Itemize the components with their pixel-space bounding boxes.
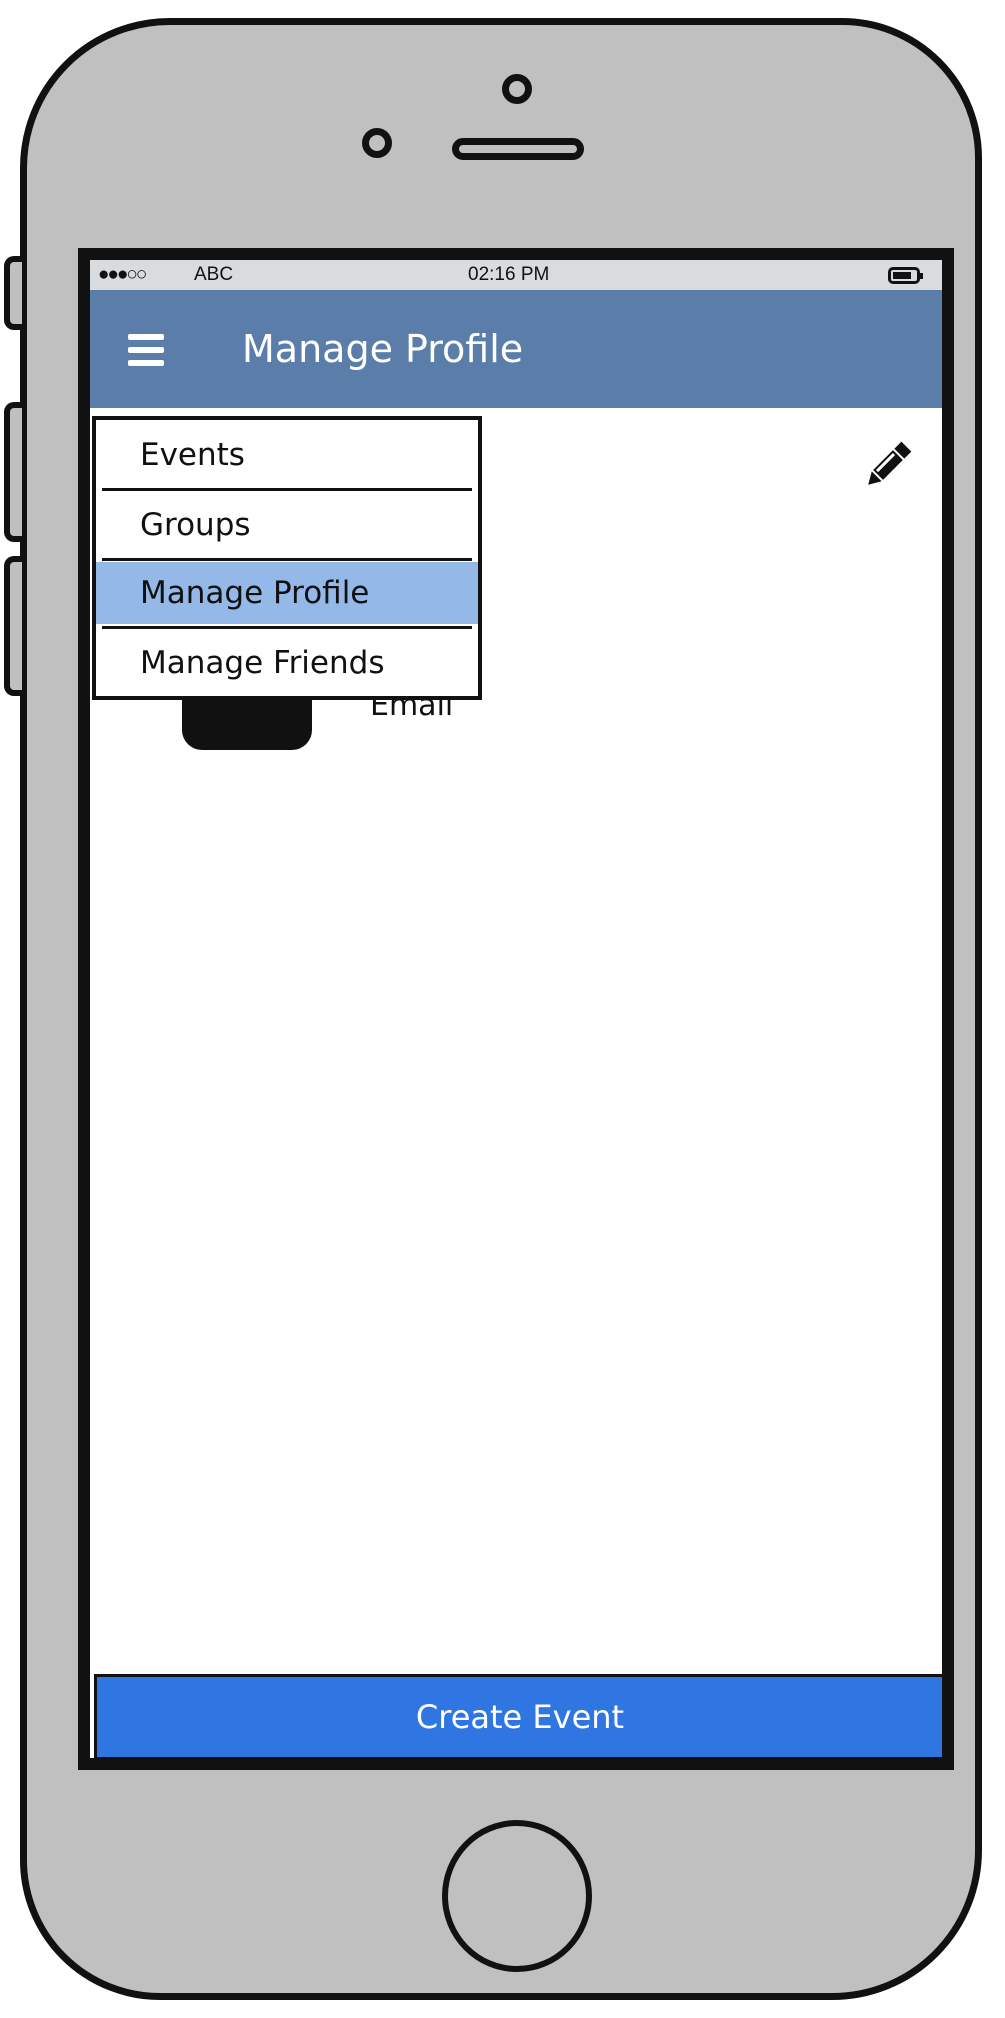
menu-divider [102,626,472,629]
menu-item-manage-profile[interactable]: Manage Profile [96,562,478,624]
menu-item-manage-friends[interactable]: Manage Friends [96,632,478,694]
camera-icon [502,74,532,104]
status-bar: ●●●○○ ABC 02:16 PM [90,260,942,290]
silent-switch [4,256,22,330]
volume-up-button [4,402,22,542]
menu-item-events[interactable]: Events [96,424,478,486]
navigation-menu: Events Groups Manage Profile Manage Frie… [92,416,482,700]
phone-screen: ●●●○○ ABC 02:16 PM Manage Profile ofile … [78,248,954,1770]
menu-divider [102,488,472,491]
battery-icon [888,267,923,284]
create-event-button[interactable]: Create Event [94,1674,942,1758]
app-bar: Manage Profile [90,290,942,408]
volume-down-button [4,556,22,696]
home-button[interactable] [442,1820,592,1972]
page-title: Manage Profile [242,327,524,371]
pencil-icon[interactable] [858,435,918,495]
menu-item-groups[interactable]: Groups [96,494,478,556]
speaker-grille [452,138,584,160]
sensor-icon [362,128,392,158]
hamburger-icon[interactable] [128,334,164,366]
signal-strength: ●●●○○ [98,264,147,285]
menu-divider [102,558,472,561]
carrier-name: ABC [194,264,234,285]
status-time: 02:16 PM [468,264,550,285]
